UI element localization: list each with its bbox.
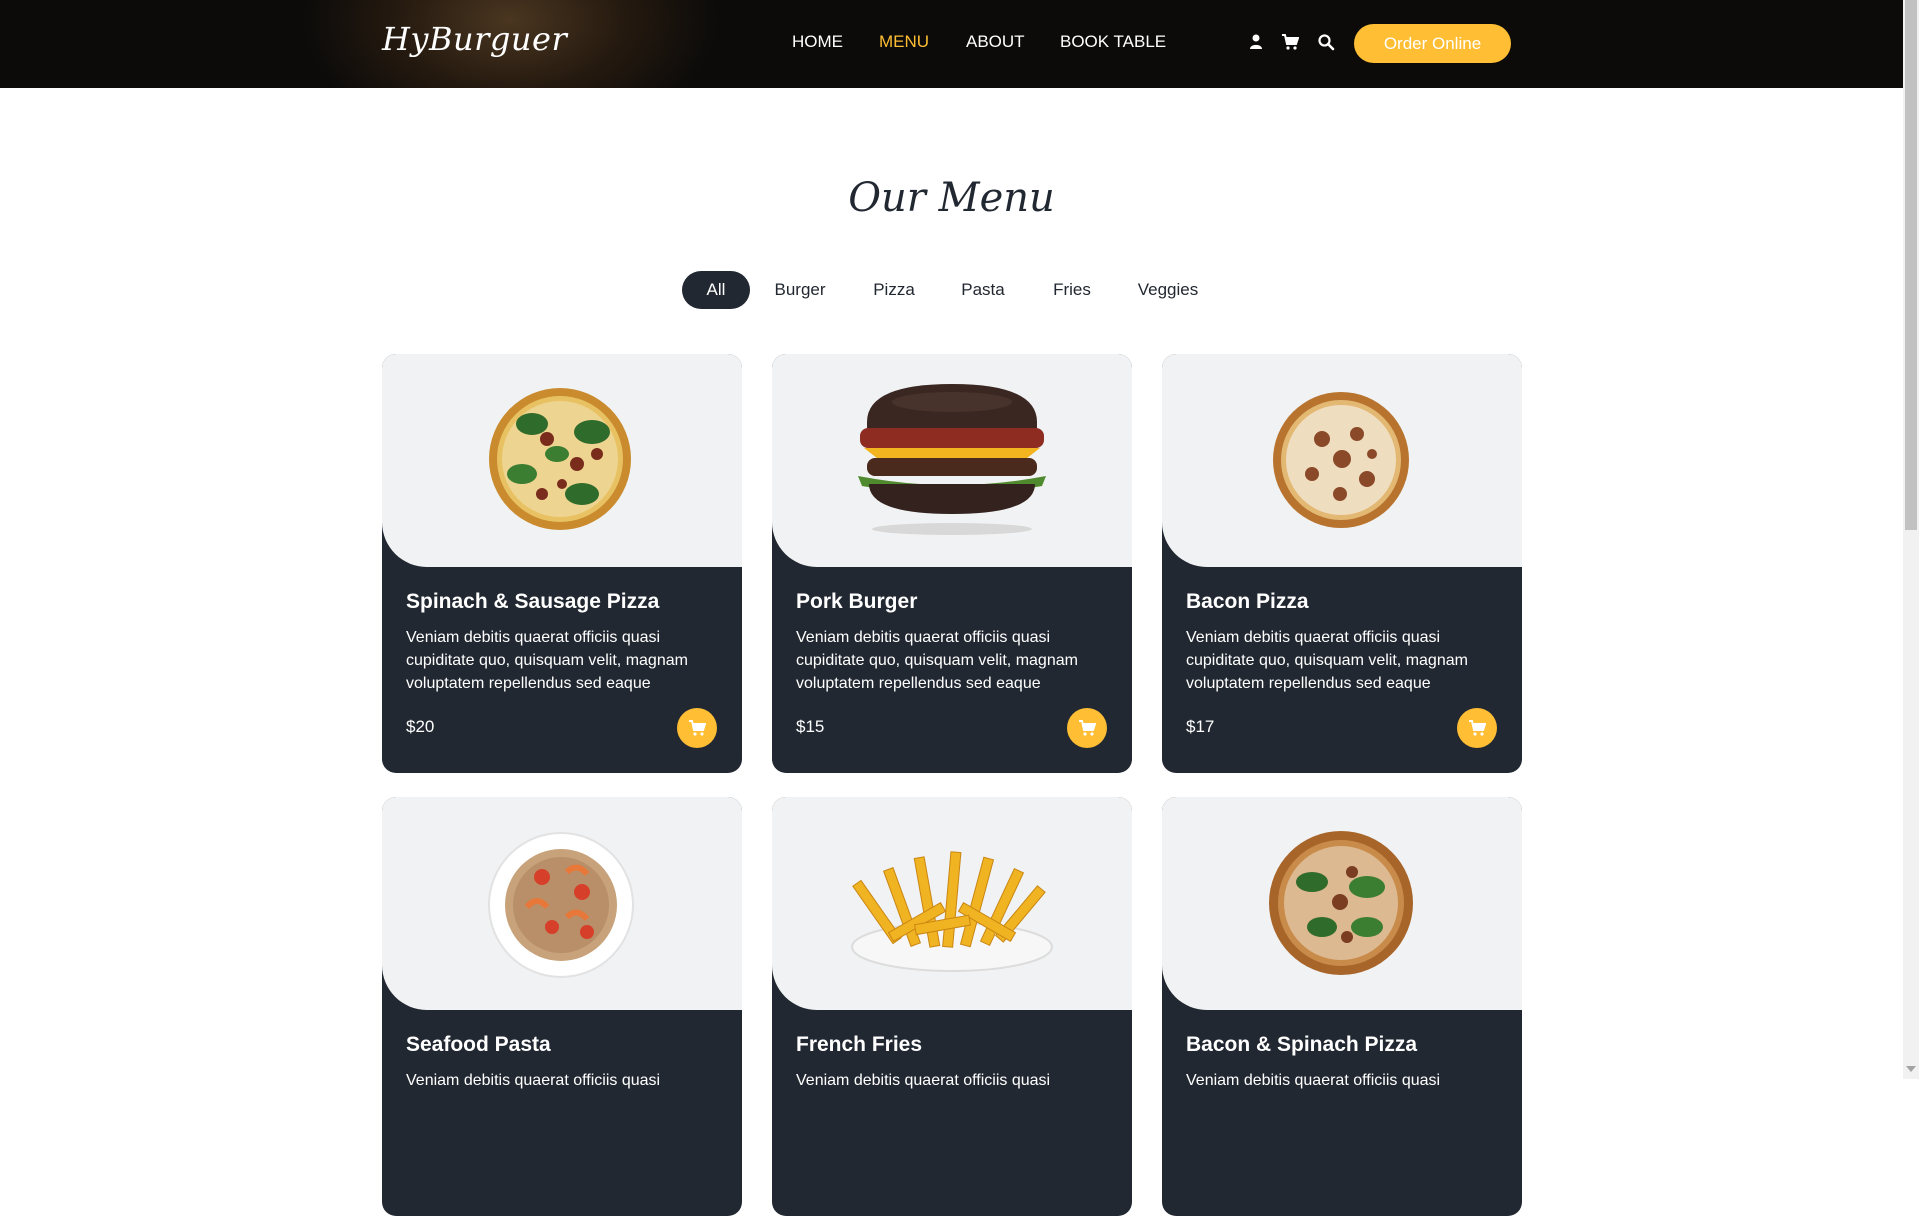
card-description: Veniam debitis quaerat officiis quasi	[796, 1072, 1051, 1089]
food-image-fries	[772, 797, 1132, 1010]
card-title: Seafood Pasta	[406, 1033, 551, 1056]
add-to-cart-button[interactable]	[1067, 708, 1107, 748]
food-image-pizza	[1162, 354, 1522, 567]
menu-card: Pork Burger Veniam debitis quaerat offic…	[772, 354, 1132, 773]
filter-burger[interactable]: Burger	[766, 271, 834, 309]
filter-veggies[interactable]: Veggies	[1134, 271, 1202, 309]
menu-card: Seafood Pasta Veniam debitis quaerat off…	[382, 797, 742, 1216]
add-to-cart-button[interactable]	[1457, 708, 1497, 748]
card-title: French Fries	[796, 1033, 923, 1056]
nav-menu[interactable]: MENU	[879, 32, 929, 52]
food-image-pasta	[382, 797, 742, 1010]
card-description: Veniam debitis quaerat officiis quasi cu…	[1186, 629, 1468, 692]
filter-all[interactable]: All	[682, 271, 750, 309]
search-icon[interactable]	[1317, 33, 1335, 51]
menu-card: Bacon & Spinach Pizza Veniam debitis qua…	[1162, 797, 1522, 1216]
nav-home[interactable]: HOME	[792, 32, 843, 52]
site-header: HyBurguer HOME MENU ABOUT BOOK TABLE Ord…	[0, 0, 1903, 88]
cart-icon	[689, 720, 706, 736]
card-price: $15	[796, 717, 825, 736]
filter-pasta[interactable]: Pasta	[954, 271, 1012, 309]
card-description: Veniam debitis quaerat officiis quasi	[406, 1072, 661, 1089]
food-image-burger	[772, 354, 1132, 567]
card-description: Veniam debitis quaerat officiis quasi cu…	[796, 629, 1078, 692]
card-title: Pork Burger	[796, 590, 918, 613]
cart-icon[interactable]	[1281, 33, 1300, 51]
menu-card: Bacon Pizza Veniam debitis quaerat offic…	[1162, 354, 1522, 773]
menu-card: Spinach & Sausage Pizza Veniam debitis q…	[382, 354, 742, 773]
site-logo[interactable]: HyBurguer	[382, 20, 567, 58]
card-price: $17	[1186, 717, 1215, 736]
food-image-pizza	[1162, 797, 1522, 1010]
scrollbar-thumb[interactable]	[1905, 0, 1917, 530]
cart-icon	[1469, 720, 1486, 736]
card-title: Bacon & Spinach Pizza	[1186, 1033, 1418, 1056]
nav-about[interactable]: ABOUT	[966, 32, 1025, 52]
scroll-down-arrow-icon[interactable]	[1906, 1066, 1916, 1072]
card-title: Bacon Pizza	[1186, 590, 1309, 613]
user-icon[interactable]	[1247, 33, 1265, 51]
filter-fries[interactable]: Fries	[1046, 271, 1098, 309]
menu-card: French Fries Veniam debitis quaerat offi…	[772, 797, 1132, 1216]
filter-pizza[interactable]: Pizza	[866, 271, 922, 309]
card-price: $20	[406, 717, 435, 736]
food-image-pizza	[382, 354, 742, 567]
nav-book-table[interactable]: BOOK TABLE	[1060, 32, 1166, 52]
cart-icon	[1079, 720, 1096, 736]
add-to-cart-button[interactable]	[677, 708, 717, 748]
card-description: Veniam debitis quaerat officiis quasi	[1186, 1072, 1441, 1089]
order-online-button[interactable]: Order Online	[1354, 24, 1511, 63]
card-description: Veniam debitis quaerat officiis quasi cu…	[406, 629, 688, 692]
card-title: Spinach & Sausage Pizza	[406, 590, 660, 613]
section-title: Our Menu	[848, 175, 1055, 221]
